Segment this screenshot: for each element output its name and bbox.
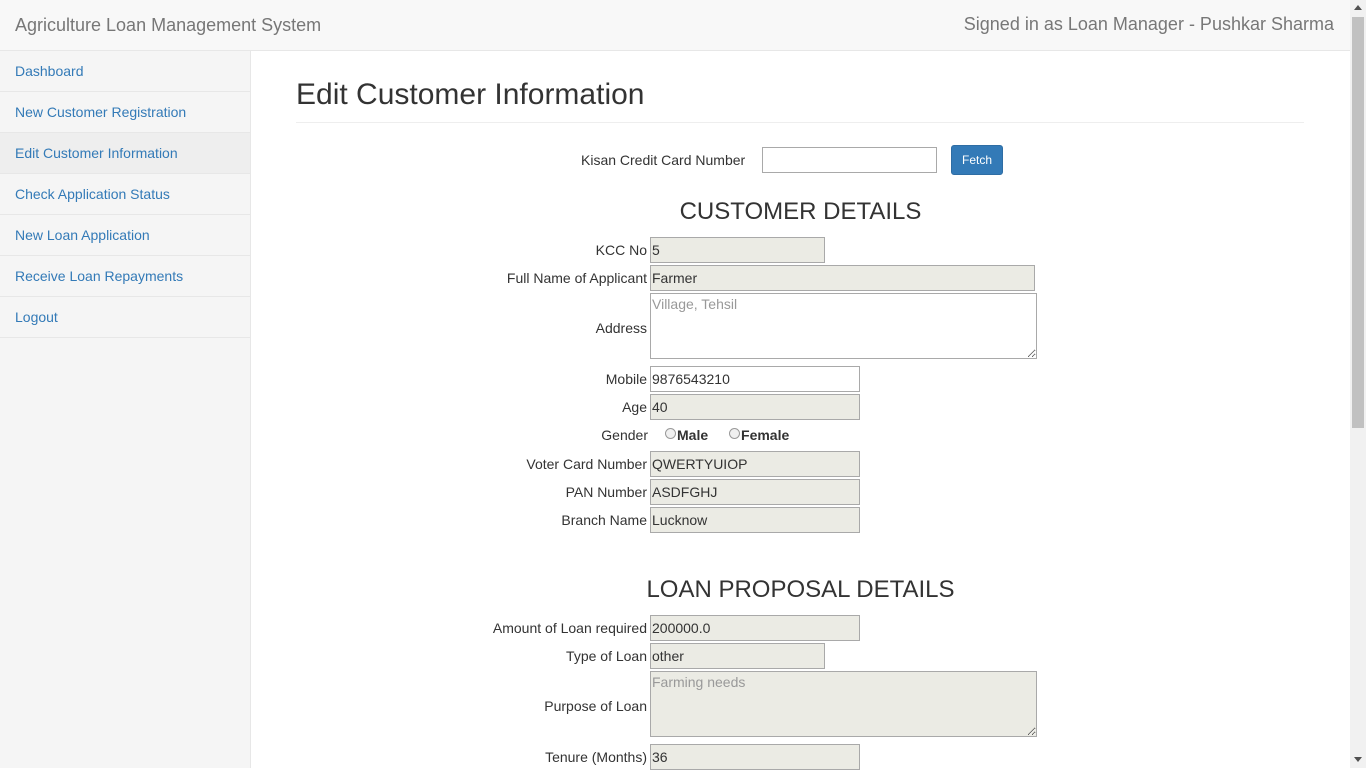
sidebar: Dashboard New Customer Registration Edit… [0,51,251,768]
loan-purpose-field[interactable] [650,671,1037,737]
loan-type-label: Type of Loan [566,648,647,664]
tenure-label: Tenure (Months) [545,749,647,765]
age-field[interactable] [650,394,860,420]
mobile-field[interactable] [650,366,860,392]
scroll-thumb[interactable] [1352,17,1364,428]
pan-number-field[interactable] [650,479,860,505]
gender-female-option[interactable]: Female [729,427,789,443]
brand-title[interactable]: Agriculture Loan Management System [15,15,321,36]
gender-radio-group: Male Female [665,426,789,443]
address-label: Address [595,320,647,336]
kcc-no-label: KCC No [595,242,647,258]
sidebar-item-new-customer-registration[interactable]: New Customer Registration [0,92,250,133]
radio-circle-icon[interactable] [665,428,676,440]
voter-card-label: Voter Card Number [526,456,647,472]
sidebar-item-edit-customer-information[interactable]: Edit Customer Information [0,133,250,174]
kcc-search-label: Kisan Credit Card Number [581,152,746,168]
full-name-field[interactable] [650,265,1035,291]
main-content: Edit Customer Information Kisan Credit C… [251,51,1350,770]
loan-purpose-label: Purpose of Loan [544,698,647,714]
loan-type-field[interactable] [650,643,825,669]
voter-card-field[interactable] [650,451,860,477]
address-field[interactable] [650,293,1037,359]
full-name-label: Full Name of Applicant [506,270,647,286]
gender-male-label: Male [677,427,709,444]
top-navbar: Agriculture Loan Management System Signe… [0,0,1350,51]
sidebar-item-check-application-status[interactable]: Check Application Status [0,174,250,215]
branch-name-label: Branch Name [561,512,647,528]
kcc-no-field[interactable] [650,237,825,263]
scroll-up-arrow-icon[interactable] [1354,5,1362,10]
gender-male-option[interactable]: Male [665,427,708,443]
pan-number-label: PAN Number [565,484,647,500]
branch-name-field[interactable] [650,507,860,533]
radio-circle-icon[interactable] [729,428,741,440]
loan-amount-field[interactable] [650,615,860,641]
sidebar-item-receive-loan-repayments[interactable]: Receive Loan Repayments [0,256,250,297]
sidebar-item-logout[interactable]: Logout [0,297,250,338]
gender-label: Gender [601,427,648,443]
tenure-field[interactable] [650,744,860,770]
loan-proposal-heading: LOAN PROPOSAL DETAILS [646,576,955,603]
fetch-button[interactable]: Fetch [951,145,1003,175]
gender-female-label: Female [741,427,790,444]
page-scrollbar[interactable] [1350,0,1366,768]
mobile-label: Mobile [605,371,647,387]
age-label: Age [622,399,647,415]
loan-amount-label: Amount of Loan required [492,620,647,636]
kcc-search-input[interactable] [762,147,937,173]
signed-in-user: Signed in as Loan Manager - Pushkar Shar… [963,14,1334,34]
sidebar-item-dashboard[interactable]: Dashboard [0,51,250,92]
scroll-down-arrow-icon[interactable] [1354,757,1362,762]
page-title: Edit Customer Information [296,78,645,111]
sidebar-item-new-loan-application[interactable]: New Loan Application [0,215,250,256]
title-divider [296,122,1304,123]
customer-details-heading: CUSTOMER DETAILS [679,198,922,225]
